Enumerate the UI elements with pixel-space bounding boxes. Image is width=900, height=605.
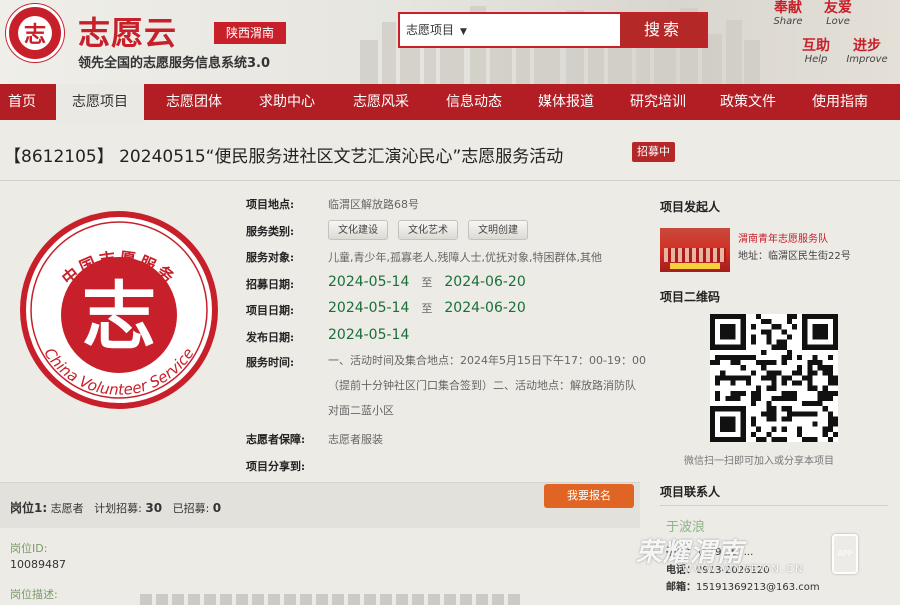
- brand-name[interactable]: 志愿云: [78, 8, 177, 54]
- china-volunteer-service-emblem: 志 中国志愿服务 China Volunteer Service: [20, 211, 218, 409]
- nav-item-news[interactable]: 信息动态: [430, 84, 518, 120]
- qr-heading: 项目二维码: [660, 290, 721, 304]
- motto-share: 奉献 Share: [773, 0, 803, 27]
- project-title-row: 【8612105】 20240515“便民服务进社区文艺汇演沁民心”志愿服务活动…: [4, 140, 884, 168]
- project-title: 【8612105】 20240515“便民服务进社区文艺汇演沁民心”志愿服务活动: [4, 147, 564, 167]
- nav-item-home[interactable]: 首页: [0, 84, 44, 120]
- contact-divider: [660, 505, 888, 506]
- position-id-label: 岗位ID:: [10, 542, 48, 555]
- nav-item-help-center[interactable]: 求助中心: [243, 84, 331, 120]
- blurred-text-decoration: [140, 594, 520, 605]
- contact-heading: 项目联系人: [660, 485, 721, 499]
- nav-item-media[interactable]: 媒体报道: [522, 84, 610, 120]
- position-id: 10089487: [10, 558, 66, 571]
- site-slogan: 领先全国的志愿服务信息系统3.0: [78, 56, 271, 71]
- nav-item-showcase[interactable]: 志愿风采: [337, 84, 425, 120]
- qr-caption: 微信扫一扫即可加入或分享本项目: [684, 456, 834, 467]
- position-desc-label: 岗位描述:: [10, 588, 58, 601]
- nav-item-training[interactable]: 研究培训: [614, 84, 702, 120]
- nav-item-guide[interactable]: 使用指南: [796, 84, 884, 120]
- app-icon: APP: [832, 534, 858, 574]
- nav-item-policy[interactable]: 政策文件: [704, 84, 792, 120]
- region-badge[interactable]: 陕西渭南: [214, 22, 286, 44]
- title-divider: [0, 180, 900, 181]
- recruiting-status-badge: 招募中: [632, 142, 675, 162]
- search-category-select[interactable]: 志愿项目 ▼: [400, 14, 624, 46]
- sponsor-heading: 项目发起人: [660, 200, 721, 214]
- category-tag[interactable]: 文化建设: [328, 220, 388, 240]
- sponsor-photo[interactable]: [660, 228, 730, 272]
- site-header: 志 志愿云 陕西渭南 领先全国的志愿服务信息系统3.0 志愿项目 ▼ 搜索 奉献 S…: [0, 0, 900, 84]
- nav-item-groups[interactable]: 志愿团体: [150, 84, 238, 120]
- emblem-center-char: 志: [82, 274, 156, 360]
- volunteer-logo-icon[interactable]: 志: [6, 4, 64, 62]
- motto-love: 友爱 Love: [824, 0, 852, 27]
- info-service-time: 服务时间: 一、活动时间及集合地点：2024年5月15日下午17：00-19：0…: [246, 354, 646, 417]
- main-nav: 首页 志愿项目 志愿团体 求助中心 志愿风采 信息动态 媒体报道 研究培训 政策…: [0, 84, 900, 123]
- motto-improve: 进步 Improve: [846, 38, 888, 65]
- search-button[interactable]: 搜索: [620, 14, 706, 46]
- nav-item-projects[interactable]: 志愿项目: [56, 84, 144, 123]
- category-tag[interactable]: 文化艺术: [398, 220, 458, 240]
- sponsor-address: 地址：临渭区民生街22号: [738, 251, 851, 262]
- sponsor-name-link[interactable]: 渭南青年志愿服务队: [738, 230, 828, 245]
- motto-help: 互助 Help: [802, 38, 830, 65]
- qr-code[interactable]: [710, 314, 838, 442]
- signup-button[interactable]: 我要报名: [544, 484, 634, 508]
- caret-down-icon: ▼: [460, 27, 467, 37]
- search-box: 志愿项目 ▼ 搜索: [398, 12, 708, 48]
- site-watermark: 荣耀渭南 WWW.WNYEWN.CN APP: [636, 532, 860, 582]
- category-tag[interactable]: 文明创建: [468, 220, 528, 240]
